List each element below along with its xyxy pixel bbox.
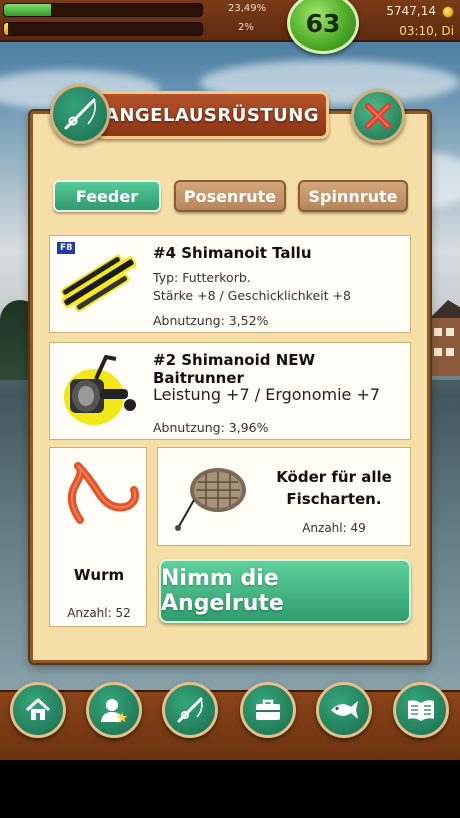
- tab-posenrute-label: Posenrute: [183, 186, 277, 206]
- tab-spinnrute[interactable]: Spinnrute: [298, 180, 408, 212]
- close-button[interactable]: [351, 89, 405, 143]
- nav-rod-button[interactable]: [162, 682, 218, 738]
- xp-percent: 23,49%: [228, 3, 267, 14]
- close-icon: [365, 103, 391, 129]
- briefcase-icon: [256, 699, 280, 720]
- reel-image: [64, 354, 136, 425]
- feeder-cage-icon: [175, 468, 246, 531]
- take-rod-label: Nimm die Angelrute: [161, 566, 284, 616]
- hotkey-badge: F8: [56, 241, 77, 255]
- rod-stats: Stärke +8 / Geschicklichkeit +8: [153, 288, 351, 303]
- bottom-nav: [0, 690, 460, 760]
- rod-button[interactable]: [50, 84, 110, 144]
- rod-name: #4 Shimanoit Tallu: [153, 244, 312, 262]
- tab-posenrute[interactable]: Posenrute: [174, 180, 286, 212]
- fish-icon: [331, 701, 358, 719]
- reel-wear: Abnutzung: 3,96%: [153, 420, 269, 435]
- reel-stats: Leistung +7 / Ergonomie +7: [153, 385, 381, 404]
- tab-feeder-label: Feeder: [75, 186, 139, 206]
- xp-bar: [3, 3, 203, 17]
- fishing-rod-icon: [177, 697, 203, 723]
- coin-icon: [442, 6, 454, 18]
- nav-inventory-button[interactable]: [240, 682, 296, 738]
- house: [430, 300, 460, 380]
- nav-fish-button[interactable]: [316, 682, 372, 738]
- nav-book-button[interactable]: [393, 682, 449, 738]
- top-hud: 23,49% 2% 5747,14 03:10, Di: [0, 0, 460, 42]
- take-rod-button[interactable]: Nimm die Angelrute: [159, 559, 411, 623]
- system-bar-area: [0, 760, 460, 818]
- feeder-card[interactable]: Köder für alle Fischarten. Anzahl: 49: [157, 447, 411, 546]
- tab-feeder[interactable]: Feeder: [53, 180, 161, 212]
- reel-name: #2 Shimanoid NEW Baitrunner: [153, 351, 316, 387]
- rod-type: Typ: Futterkorb.: [153, 270, 251, 285]
- secondary-percent: 2%: [238, 22, 254, 33]
- secondary-bar: [3, 22, 203, 36]
- game-time: 03:10, Di: [399, 24, 454, 38]
- level-number: 63: [305, 8, 341, 38]
- bait-card[interactable]: Wurm Anzahl: 52: [49, 447, 147, 627]
- feeder-label: Köder für alle Fischarten.: [276, 468, 392, 508]
- reel-card[interactable]: #2 Shimanoid NEW Baitrunner Leistung +7 …: [49, 342, 411, 440]
- bait-name: Wurm: [73, 566, 125, 584]
- rod-wear: Abnutzung: 3,52%: [153, 313, 269, 328]
- dialog-title: ANGELAUSRÜSTUNG: [104, 104, 320, 126]
- bait-count: Anzahl: 52: [67, 606, 131, 620]
- nav-home-button[interactable]: [10, 682, 66, 738]
- rod-card[interactable]: F8 #4 Shimanoit Tallu Typ: Futterkorb. S…: [49, 235, 411, 333]
- dialog-title-banner: ANGELAUSRÜSTUNG: [95, 91, 329, 139]
- worm-icon: [67, 462, 140, 524]
- nav-profile-button[interactable]: [86, 682, 142, 738]
- profile-icon: [101, 699, 128, 723]
- fishing-rod-icon: [64, 98, 96, 130]
- feeder-count: Anzahl: 49: [302, 521, 366, 535]
- tab-spinnrute-label: Spinnrute: [308, 186, 398, 206]
- home-icon: [25, 698, 51, 720]
- money-value: 5747,14: [386, 4, 436, 18]
- book-icon: [408, 700, 434, 721]
